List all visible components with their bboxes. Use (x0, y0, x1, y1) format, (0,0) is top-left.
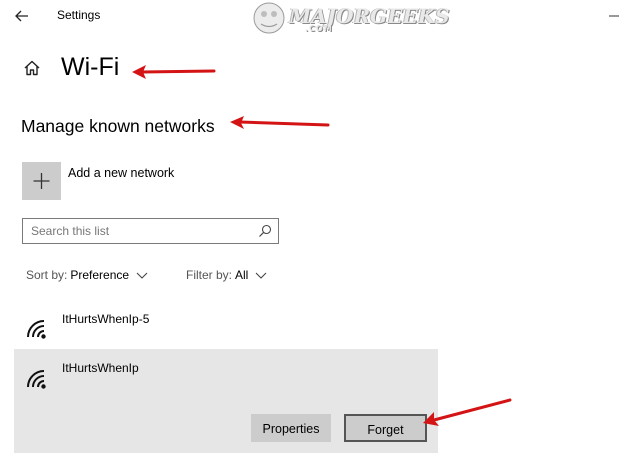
sort-label: Sort by: (26, 268, 68, 282)
network-list-item-selected[interactable]: ItHurtsWhenIp Properties Forget (14, 349, 438, 453)
home-button[interactable] (22, 58, 42, 78)
filter-value: All (235, 268, 249, 282)
wifi-icon (27, 370, 46, 389)
annotation-arrow-icon (132, 65, 216, 79)
watermark-mascot-icon (253, 2, 285, 34)
watermark-logo: MAJORGEEKS .COM (249, 0, 450, 36)
back-arrow-icon (15, 10, 28, 22)
search-input[interactable] (31, 222, 251, 240)
network-list-item[interactable]: ItHurtsWhenIp-5 (14, 303, 438, 347)
chevron-down-icon (255, 272, 267, 279)
network-name: ItHurtsWhenIp (62, 361, 139, 375)
back-button[interactable] (10, 4, 36, 28)
forget-button[interactable]: Forget (344, 414, 427, 442)
filter-dropdown[interactable]: Filter by: All (186, 268, 268, 282)
watermark-sub: .COM (305, 24, 333, 33)
page-title: Wi-Fi (61, 53, 120, 81)
properties-button[interactable]: Properties (251, 414, 331, 442)
filter-label: Filter by: (186, 268, 233, 282)
app-title: Settings (57, 8, 101, 22)
sort-value: Preference (70, 268, 130, 282)
wifi-icon (27, 320, 46, 339)
section-title: Manage known networks (21, 116, 215, 136)
window-control-button[interactable] (604, 6, 624, 26)
chevron-down-icon (136, 272, 148, 279)
home-icon (24, 60, 40, 76)
search-icon[interactable] (258, 224, 272, 238)
minimize-icon (609, 15, 619, 17)
add-network-button[interactable] (22, 162, 61, 200)
search-box[interactable] (22, 218, 279, 244)
annotation-arrow-icon (230, 116, 330, 129)
sort-dropdown[interactable]: Sort by: Preference (26, 268, 149, 282)
add-network-label[interactable]: Add a new network (68, 166, 174, 180)
network-name: ItHurtsWhenIp-5 (62, 312, 150, 326)
plus-icon (33, 173, 50, 189)
